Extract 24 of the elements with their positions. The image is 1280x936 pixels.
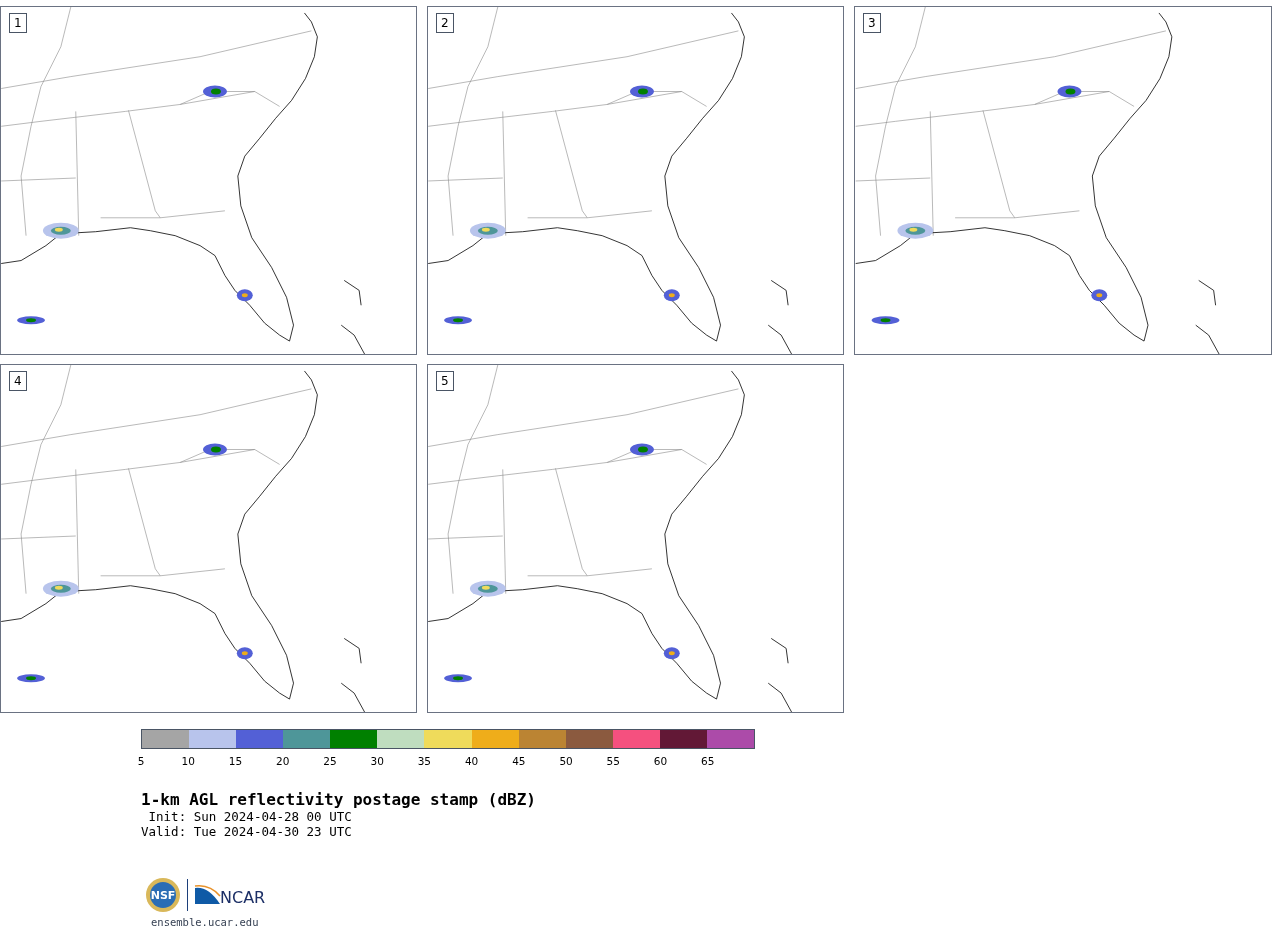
init-time: Init: Sun 2024-04-28 00 UTC: [147, 809, 353, 824]
colorbar-tick-label: 60: [653, 754, 668, 767]
colorbar-tick-label: 45: [512, 754, 526, 767]
colorbar-tick-label: 10: [181, 754, 195, 767]
colorbar-tick-label: 5: [137, 754, 145, 767]
colorbar-tick-label: 30: [370, 754, 384, 767]
colorbar-tick-label: 20: [276, 754, 290, 767]
panel-number: 5: [436, 371, 454, 391]
colorbar-tick-label: 55: [606, 754, 620, 767]
website-url: ensemble.ucar.edu: [151, 915, 260, 930]
panel-number: 4: [9, 371, 27, 391]
chart-title: 1-km AGL reflectivity postage stamp (dBZ): [141, 791, 537, 809]
colorbar-tick-label: 65: [701, 754, 715, 767]
ncar-logo: NCAR: [194, 884, 268, 906]
colorbar-tick-label: 25: [323, 754, 337, 767]
colorbar-tick-label: 35: [417, 754, 432, 767]
colorbar-tick-label: 40: [464, 754, 479, 767]
panel-number: 2: [436, 13, 454, 33]
colorbar-tick-label: 15: [228, 754, 243, 767]
colorbar-tick-label: 50: [559, 754, 573, 767]
nsf-logo: NSF: [145, 877, 181, 913]
panel-number: 1: [9, 13, 27, 33]
panel-number: 3: [863, 13, 881, 33]
valid-time: Valid: Tue 2024-04-30 23 UTC: [141, 824, 353, 839]
